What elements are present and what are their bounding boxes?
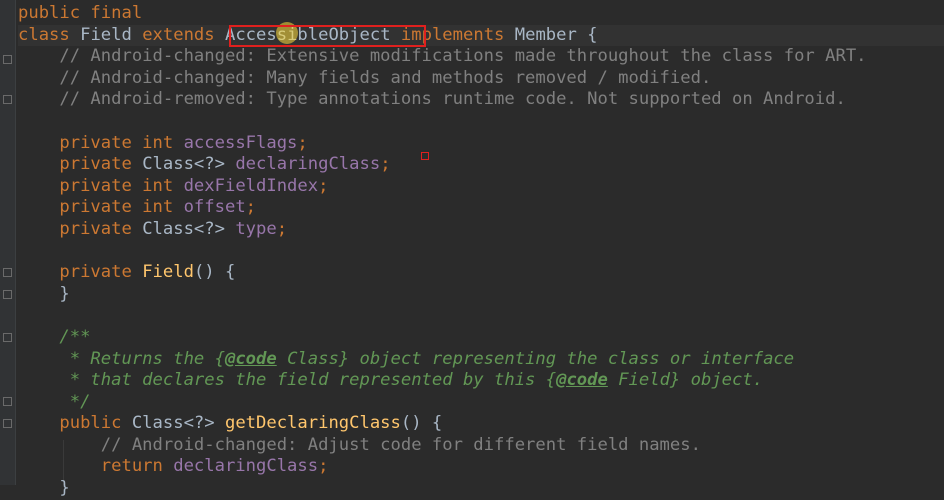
code-token: Class<?> xyxy=(142,218,236,239)
code-token: accessFlags xyxy=(183,132,298,153)
code-line[interactable]: // Android-changed: Many fields and meth… xyxy=(18,68,944,90)
code-token: } xyxy=(18,478,70,499)
code-token: private int xyxy=(18,132,184,153)
code-line[interactable]: private Class<?> type; xyxy=(18,219,944,241)
code-token: () { xyxy=(193,262,236,283)
code-line[interactable]: // Android-changed: Extensive modificati… xyxy=(18,46,944,68)
fold-marker-icon[interactable] xyxy=(3,333,12,342)
code-token: // Android-changed: Many fields and meth… xyxy=(18,67,712,88)
editor-gutter xyxy=(0,0,16,485)
code-line[interactable]: * that declares the field represented by… xyxy=(18,370,944,392)
code-token: */ xyxy=(18,391,91,412)
code-token: Field xyxy=(142,262,194,283)
code-token: ; xyxy=(318,456,329,477)
fold-marker-icon[interactable] xyxy=(3,55,12,64)
code-line[interactable]: // Android-removed: Type annotations run… xyxy=(18,89,944,111)
code-token: Class<?> xyxy=(142,154,236,175)
code-token: @code xyxy=(224,348,277,369)
code-token: Class<?> xyxy=(131,413,225,434)
fold-marker-icon[interactable] xyxy=(3,397,12,406)
code-line[interactable]: private Class<?> declaringClass; xyxy=(18,154,944,176)
code-token: public xyxy=(18,413,132,434)
code-token: offset xyxy=(183,197,246,218)
code-token: // Android-removed: Type annotations run… xyxy=(18,89,846,110)
code-token: extends xyxy=(131,24,225,45)
code-text-area[interactable]: public final class Field extends Accessib… xyxy=(18,3,944,500)
code-token: * that declares the field represented by… xyxy=(18,370,557,391)
code-token: /** xyxy=(18,326,91,347)
code-token: private xyxy=(18,262,143,283)
code-token: @code xyxy=(556,370,608,391)
code-token: type xyxy=(235,218,277,239)
code-editor[interactable]: public final class Field extends Accessib… xyxy=(0,0,944,498)
code-line[interactable]: private int offset; xyxy=(18,197,944,219)
code-line[interactable] xyxy=(18,305,944,327)
highlight-annotation-box xyxy=(229,25,426,47)
code-line[interactable]: /** xyxy=(18,327,944,349)
code-token: // Android-changed: Adjust code for diff… xyxy=(18,434,701,455)
code-token: class xyxy=(18,24,81,45)
code-token: ; xyxy=(245,197,257,218)
code-line[interactable]: } xyxy=(18,284,944,306)
fold-marker-icon[interactable] xyxy=(3,268,12,277)
code-token: declaringClass xyxy=(235,154,381,175)
code-token: Class} object representing the class or … xyxy=(276,348,795,369)
code-line[interactable] xyxy=(18,241,944,263)
code-token: Field xyxy=(80,24,132,45)
code-token: private int xyxy=(18,197,184,218)
code-token: declaringClass xyxy=(173,456,319,477)
code-token: Member { xyxy=(514,24,598,45)
code-token: Field} object. xyxy=(607,370,764,391)
code-token: * Returns the { xyxy=(18,348,225,369)
code-line[interactable]: */ xyxy=(18,392,944,414)
code-token: ; xyxy=(276,218,288,239)
code-token: } xyxy=(18,283,70,304)
small-annotation-box xyxy=(421,152,429,160)
code-line[interactable] xyxy=(18,111,944,133)
code-line[interactable]: public final xyxy=(18,3,944,25)
code-line[interactable]: class Field extends AccessibleObject imp… xyxy=(18,24,944,47)
code-token: private xyxy=(18,218,143,239)
code-line[interactable]: private Field() { xyxy=(18,262,944,284)
code-token: // Android-changed: Extensive modificati… xyxy=(18,46,867,67)
code-line[interactable]: * Returns the {@code Class} object repre… xyxy=(18,349,944,371)
code-token: ; xyxy=(318,175,329,196)
code-token: return xyxy=(18,456,174,477)
code-token: ; xyxy=(380,154,391,175)
code-line[interactable]: private int dexFieldIndex; xyxy=(18,176,944,198)
code-line[interactable]: } xyxy=(18,478,944,500)
fold-marker-icon[interactable] xyxy=(3,95,12,104)
code-token: private int xyxy=(18,175,184,196)
code-token: ; xyxy=(297,132,308,153)
code-token: getDeclaringClass xyxy=(224,413,401,434)
code-line[interactable]: public Class<?> getDeclaringClass() { xyxy=(18,413,944,435)
code-line[interactable]: return declaringClass; xyxy=(18,456,944,478)
code-token: dexFieldIndex xyxy=(183,175,319,196)
fold-marker-icon[interactable] xyxy=(3,290,12,299)
code-token: private xyxy=(18,154,143,175)
code-line[interactable]: // Android-changed: Adjust code for diff… xyxy=(18,435,944,457)
code-token: () { xyxy=(400,413,443,434)
gutter-divider xyxy=(15,0,16,485)
fold-marker-icon[interactable] xyxy=(3,419,12,428)
code-token: public final xyxy=(18,3,143,23)
code-line[interactable]: private int accessFlags; xyxy=(18,133,944,155)
